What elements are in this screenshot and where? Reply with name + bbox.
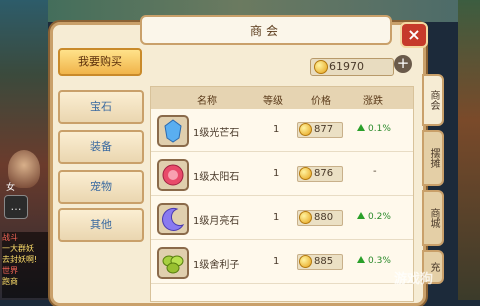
game-background-right	[458, 0, 480, 300]
price-change: 0.2%	[357, 212, 391, 222]
market-table: 名称 等级 价格 涨跌 1级光芒石 1 877 0.1% 1级太阳石 1 876…	[150, 86, 414, 302]
buy-button[interactable]: 我要购买	[58, 48, 142, 76]
item-level: 1	[273, 212, 280, 223]
price-change: 0.1%	[357, 124, 391, 134]
price-value: 877	[314, 124, 334, 135]
relic-stone-icon	[157, 247, 189, 279]
category-other[interactable]: 其他	[58, 208, 144, 242]
chat-line: 跑商	[2, 277, 18, 286]
price-value: 880	[314, 212, 334, 223]
tab-stall[interactable]: 摆摊	[422, 130, 444, 186]
item-price: 885	[297, 254, 343, 270]
tab-mall[interactable]: 商城	[422, 190, 444, 246]
item-name: 1级舍利子	[193, 260, 240, 271]
watermark: 游戏狗	[394, 272, 434, 287]
price-change: -	[373, 166, 377, 177]
chat-line: 去封妖啊!	[2, 255, 38, 264]
table-row[interactable]: 1级光芒石 1 877 0.1%	[151, 111, 413, 152]
change-value: 0.3%	[368, 256, 391, 266]
column-level: 等级	[263, 96, 283, 107]
item-name: 1级太阳石	[193, 172, 240, 183]
chat-line: 战斗	[2, 233, 18, 242]
table-header: 名称 等级 价格 涨跌	[151, 87, 413, 109]
currency-amount: 61970	[329, 60, 364, 73]
item-price: 876	[297, 166, 343, 182]
table-row[interactable]: 1级舍利子 1 885 0.3%	[151, 243, 413, 284]
category-equipment[interactable]: 装备	[58, 130, 144, 164]
chat-icon[interactable]: …	[4, 195, 28, 219]
coin-icon	[299, 167, 312, 180]
coin-icon	[299, 211, 312, 224]
item-level: 1	[273, 124, 280, 135]
chat-line: 一大群妖	[2, 244, 34, 253]
character-name: 女	[6, 183, 16, 193]
chat-log[interactable]: 战斗 一大群妖 去封妖啊! 世界 跑商	[2, 232, 48, 298]
sun-stone-icon	[157, 159, 189, 191]
table-row[interactable]: 1级月亮石 1 880 0.2%	[151, 199, 413, 240]
table-row[interactable]: 1级太阳石 1 876 -	[151, 155, 413, 196]
up-arrow-icon	[357, 124, 365, 131]
price-value: 885	[314, 256, 334, 267]
category-gems[interactable]: 宝石	[58, 90, 144, 124]
currency-display: 61970	[310, 58, 394, 76]
item-name: 1级月亮石	[193, 216, 240, 227]
price-change: 0.3%	[357, 256, 391, 266]
change-value: 0.1%	[368, 124, 391, 134]
item-level: 1	[273, 256, 280, 267]
up-arrow-icon	[357, 212, 365, 219]
up-arrow-icon	[357, 256, 365, 263]
panel-title: 商会	[249, 24, 282, 38]
light-stone-icon	[157, 115, 189, 147]
column-name: 名称	[197, 96, 217, 107]
moon-stone-icon	[157, 203, 189, 235]
panel-title-bar: 商会	[140, 15, 392, 45]
close-button[interactable]: ×	[400, 22, 428, 48]
chat-line: 世界	[2, 266, 18, 275]
column-price: 价格	[311, 96, 331, 107]
coin-icon	[314, 60, 328, 74]
change-value: 0.2%	[368, 212, 391, 222]
coin-icon	[299, 255, 312, 268]
tab-shop[interactable]: 商会	[422, 74, 444, 126]
price-value: 876	[314, 168, 334, 179]
add-currency-button[interactable]: +	[394, 55, 412, 73]
item-level: 1	[273, 168, 280, 179]
coin-icon	[299, 123, 312, 136]
item-price: 877	[297, 122, 343, 138]
category-pets[interactable]: 宠物	[58, 170, 144, 204]
item-name: 1级光芒石	[193, 128, 240, 139]
column-change: 涨跌	[363, 96, 383, 107]
item-price: 880	[297, 210, 343, 226]
